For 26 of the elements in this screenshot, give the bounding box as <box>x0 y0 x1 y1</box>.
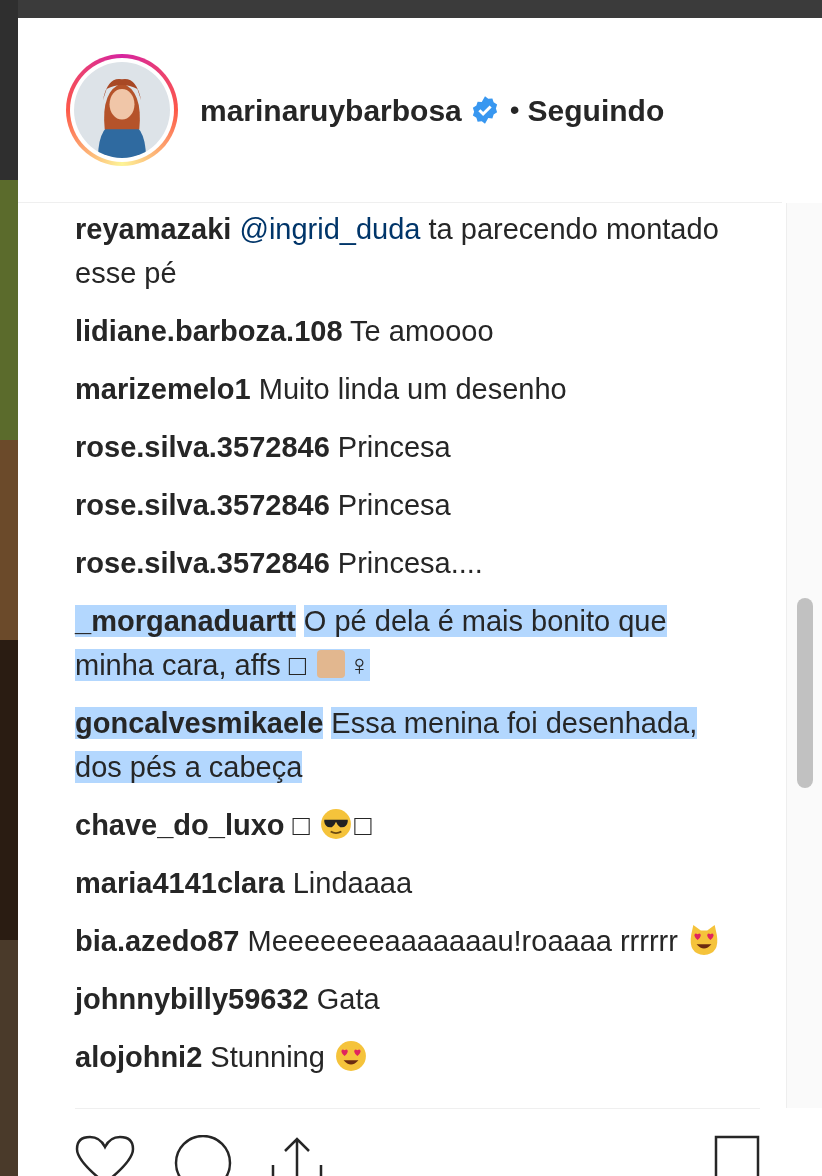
comment: reyamazaki @ingrid_duda ta parecendo montado esse pé <box>75 212 720 291</box>
share-icon[interactable] <box>271 1135 323 1176</box>
mention-link[interactable]: @ingrid_duda <box>239 213 429 245</box>
heart-eyes-cat-icon <box>688 924 720 956</box>
bookmark-icon[interactable] <box>714 1135 760 1176</box>
comment: rose.silva.3572846 Princesa <box>75 430 452 465</box>
comment: _morganaduartt O pé dela é mais bonito que minha cara, affs □ ♀ <box>75 604 668 683</box>
comment-icon[interactable] <box>173 1135 233 1176</box>
comment: chave_do_luxo □ □ <box>75 807 373 843</box>
comment: lidiane.barboza.108 Te amoooo <box>75 314 495 349</box>
comment: johnnybilly59632 Gata <box>75 982 381 1017</box>
scrollbar-thumb[interactable] <box>796 598 813 788</box>
heart-eyes-face-icon <box>334 1040 367 1072</box>
heart-icon[interactable] <box>75 1135 135 1176</box>
comment: alojohni2 Stunning <box>75 1035 746 1079</box>
following-status[interactable]: Seguindo <box>527 87 665 133</box>
comment: goncalvesmikaele Essa menina foi desenhada, dos pés a cabeça <box>75 706 699 785</box>
comment: rose.silva.3572846 Princesa <box>75 488 452 523</box>
username-link[interactable]: marinaruybarbosa <box>200 87 462 133</box>
separator-dot: • <box>509 93 520 127</box>
comment: rose.silva.3572846 Princesa.... <box>75 546 484 581</box>
skin-tone-swatch-icon <box>316 649 347 679</box>
comment: bia.azedo87 Meeeeeeeaaaaaaau!roaaaa rrrrrr <box>75 919 746 963</box>
sunglasses-face-icon <box>320 808 353 840</box>
comment: maria4141clara Lindaaaa <box>75 866 414 901</box>
comment: marizemelo1 Muito linda um desenho <box>75 372 568 407</box>
